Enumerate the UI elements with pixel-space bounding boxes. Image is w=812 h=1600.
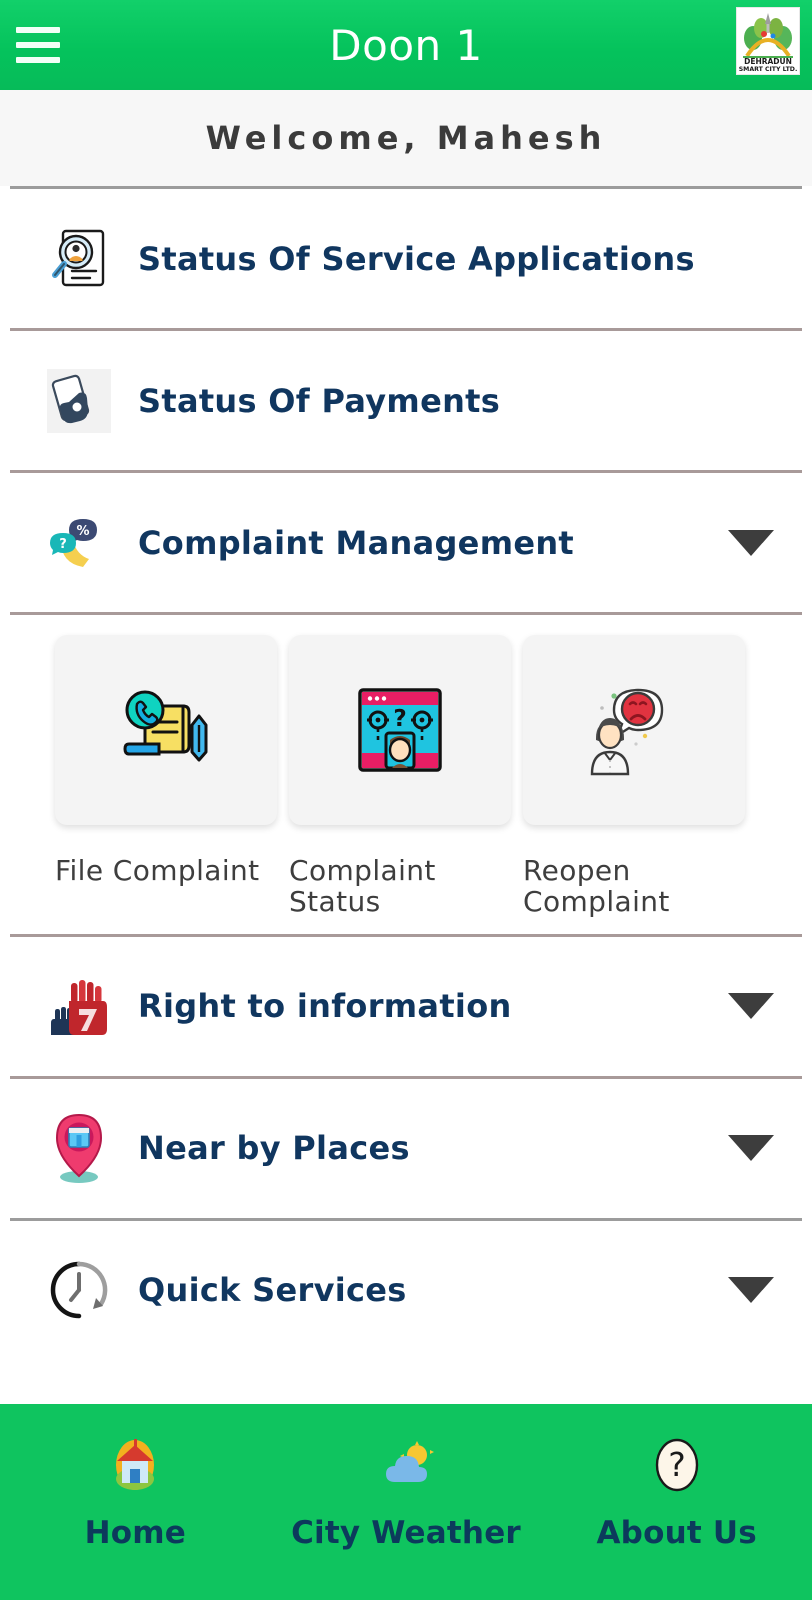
svg-text:%: % [76, 524, 89, 539]
logo-line2: SMART CITY LTD. [739, 66, 798, 73]
browser-person-question-icon: ? [358, 688, 442, 772]
menu-item-complaint-management[interactable]: % ? Complaint Management [0, 473, 812, 612]
menu-item-quick-services[interactable]: Quick Services [0, 1220, 812, 1360]
nav-item-home[interactable]: Home [0, 1437, 271, 1567]
svg-text:?: ? [59, 537, 67, 552]
clock-history-icon [42, 1253, 116, 1327]
chevron-down-icon[interactable] [728, 1125, 774, 1171]
card-label: Reopen Complaint [523, 854, 670, 919]
app-title: Doon 1 [329, 20, 483, 70]
complaint-card-file-complaint[interactable]: File Complaint [55, 635, 277, 918]
welcome-text: Welcome, Mahesh [205, 119, 607, 157]
main-scroll-area[interactable]: Welcome, Mahesh Status Of Service Applic… [0, 90, 812, 1600]
nav-item-label: City Weather [291, 1515, 521, 1551]
app-root: Doon 1 DEHRADUN SMART CITY LTD. Welcome,… [0, 0, 812, 1600]
phone-document-pencil-icon [123, 690, 208, 762]
complaint-chat-phone-icon: % ? [42, 506, 116, 580]
card-tile[interactable] [523, 635, 745, 825]
svg-text:?: ? [668, 1445, 686, 1484]
chevron-down-icon[interactable] [728, 520, 774, 566]
app-header: Doon 1 DEHRADUN SMART CITY LTD. [0, 0, 812, 90]
hamburger-bar [16, 27, 60, 33]
hamburger-menu-icon[interactable] [14, 23, 62, 67]
menu-item-label: Status Of Service Applications [138, 239, 695, 278]
home-house-icon [110, 1437, 160, 1493]
menu-item-label: Status Of Payments [138, 381, 501, 420]
raised-fists-icon [42, 969, 116, 1043]
menu-item-right-to-information[interactable]: Right to information [0, 936, 812, 1076]
menu-item-label: Complaint Management [138, 523, 575, 562]
hand-card-tap-icon [42, 364, 116, 438]
menu-item-label: Quick Services [138, 1271, 407, 1310]
nav-item-label: Home [84, 1515, 187, 1551]
complaint-card-reopen-complaint[interactable]: Reopen Complaint [523, 635, 745, 918]
menu-item-status-of-service-applications[interactable]: Status Of Service Applications [0, 189, 812, 328]
card-tile[interactable] [55, 635, 277, 825]
card-label: Complaint Status [289, 854, 436, 919]
nav-item-label: About Us [596, 1515, 757, 1551]
card-label: File Complaint [55, 854, 260, 887]
dehradun-smart-city-logo[interactable]: DEHRADUN SMART CITY LTD. [736, 7, 800, 75]
document-person-search-icon [42, 222, 116, 296]
question-mark-icon: ? [654, 1437, 700, 1493]
nav-item-about-us[interactable]: ? About Us [541, 1437, 812, 1567]
complaint-card-grid: File Complaint ? Complaint Status Reopen… [55, 635, 782, 918]
menu-item-status-of-payments[interactable]: Status Of Payments [0, 331, 812, 470]
menu-item-label: Right to information [138, 987, 512, 1026]
nav-item-city-weather[interactable]: City Weather [271, 1437, 542, 1567]
chevron-down-icon[interactable] [728, 983, 774, 1029]
complaint-management-panel: File Complaint ? Complaint Status Reopen… [0, 615, 812, 934]
hamburger-bar [16, 42, 60, 48]
cloud-sun-icon [378, 1437, 434, 1493]
logo-line1: DEHRADUN [744, 57, 792, 66]
card-tile[interactable]: ? [289, 635, 511, 825]
person-sad-face-bubble-icon [590, 688, 664, 776]
chevron-down-icon[interactable] [728, 1267, 774, 1313]
complaint-card-complaint-status[interactable]: ? Complaint Status [289, 635, 511, 918]
map-pin-building-icon [42, 1111, 116, 1185]
welcome-banner: Welcome, Mahesh [0, 90, 812, 186]
svg-text:?: ? [393, 706, 406, 732]
hamburger-bar [16, 57, 60, 63]
menu-item-label: Near by Places [138, 1129, 410, 1168]
menu-item-near-by-places[interactable]: Near by Places [0, 1078, 812, 1218]
bottom-navigation-bar: Home City Weather ? About Us [0, 1404, 812, 1600]
